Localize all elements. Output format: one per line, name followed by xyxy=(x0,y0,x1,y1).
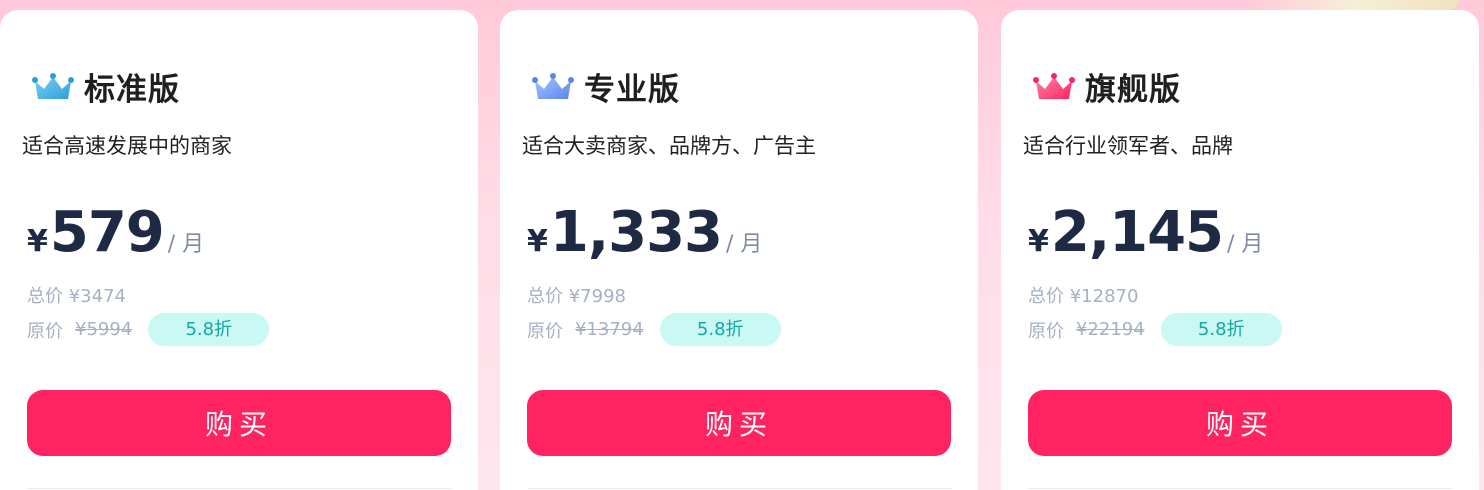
price-unit: / 月 xyxy=(167,232,205,257)
plan-name: 标准版 xyxy=(84,72,180,108)
plan-header: 旗舰版 xyxy=(1033,64,1181,109)
divider xyxy=(27,488,451,489)
plan-description: 适合高速发展中的商家 xyxy=(22,134,232,158)
original-label: 原价 xyxy=(27,320,63,342)
total-price: 总价 ¥12870 xyxy=(1028,282,1138,308)
plan-card-flagship: 旗舰版 适合行业领军者、品牌 ¥ 2,145 / 月 总价 ¥12870 原价 … xyxy=(1001,10,1479,490)
original-label: 原价 xyxy=(527,320,563,342)
discount-badge: 5.8折 xyxy=(659,313,781,346)
original-price-row: 原价 ¥22194 5.8折 xyxy=(1028,313,1282,346)
plan-description: 适合大卖商家、品牌方、广告主 xyxy=(522,134,816,158)
plan-name: 专业版 xyxy=(584,72,680,108)
total-price: 总价 ¥3474 xyxy=(27,282,126,308)
plan-header: 专业版 xyxy=(532,64,680,109)
original-price-row: 原价 ¥5994 5.8折 xyxy=(27,313,270,346)
plan-header: 标准版 xyxy=(32,64,180,109)
total-value: ¥3474 xyxy=(68,286,126,307)
original-value: ¥5994 xyxy=(75,319,133,340)
plan-card-standard: 标准版 适合高速发展中的商家 ¥ 579 / 月 总价 ¥3474 原价 ¥59… xyxy=(0,10,478,490)
discount-badge: 5.8折 xyxy=(1160,313,1282,346)
price-amount: 1,333 xyxy=(549,200,723,265)
crown-icon xyxy=(1033,72,1075,99)
buy-button[interactable]: 购买 xyxy=(1028,390,1452,456)
price-unit: / 月 xyxy=(726,232,763,257)
currency-symbol: ¥ xyxy=(1028,224,1049,259)
plan-price: ¥ 579 / 月 xyxy=(27,200,204,265)
plan-price: ¥ 1,333 / 月 xyxy=(527,200,762,265)
total-label: 总价 xyxy=(527,286,563,307)
buy-button[interactable]: 购买 xyxy=(527,390,951,456)
plan-price: ¥ 2,145 / 月 xyxy=(1028,200,1263,265)
original-value: ¥22194 xyxy=(1076,319,1145,340)
plan-description: 适合行业领军者、品牌 xyxy=(1023,134,1233,158)
crown-icon xyxy=(532,72,574,99)
total-value: ¥7998 xyxy=(568,286,626,307)
crown-icon xyxy=(32,72,74,99)
divider xyxy=(1028,488,1452,489)
total-price: 总价 ¥7998 xyxy=(527,282,626,308)
currency-symbol: ¥ xyxy=(27,224,48,259)
total-label: 总价 xyxy=(1028,286,1064,307)
currency-symbol: ¥ xyxy=(527,224,548,259)
discount-badge: 5.8折 xyxy=(148,313,270,346)
buy-button[interactable]: 购买 xyxy=(27,390,451,456)
plan-name: 旗舰版 xyxy=(1085,72,1181,108)
total-value: ¥12870 xyxy=(1069,286,1139,307)
total-label: 总价 xyxy=(27,286,63,307)
original-label: 原价 xyxy=(1028,320,1064,342)
original-price-row: 原价 ¥13794 5.8折 xyxy=(527,313,781,346)
divider xyxy=(527,488,951,489)
price-amount: 579 xyxy=(49,200,165,265)
original-value: ¥13794 xyxy=(575,319,644,340)
price-amount: 2,145 xyxy=(1050,200,1224,265)
price-unit: / 月 xyxy=(1227,232,1264,257)
plan-card-professional: 专业版 适合大卖商家、品牌方、广告主 ¥ 1,333 / 月 总价 ¥7998 … xyxy=(500,10,978,490)
